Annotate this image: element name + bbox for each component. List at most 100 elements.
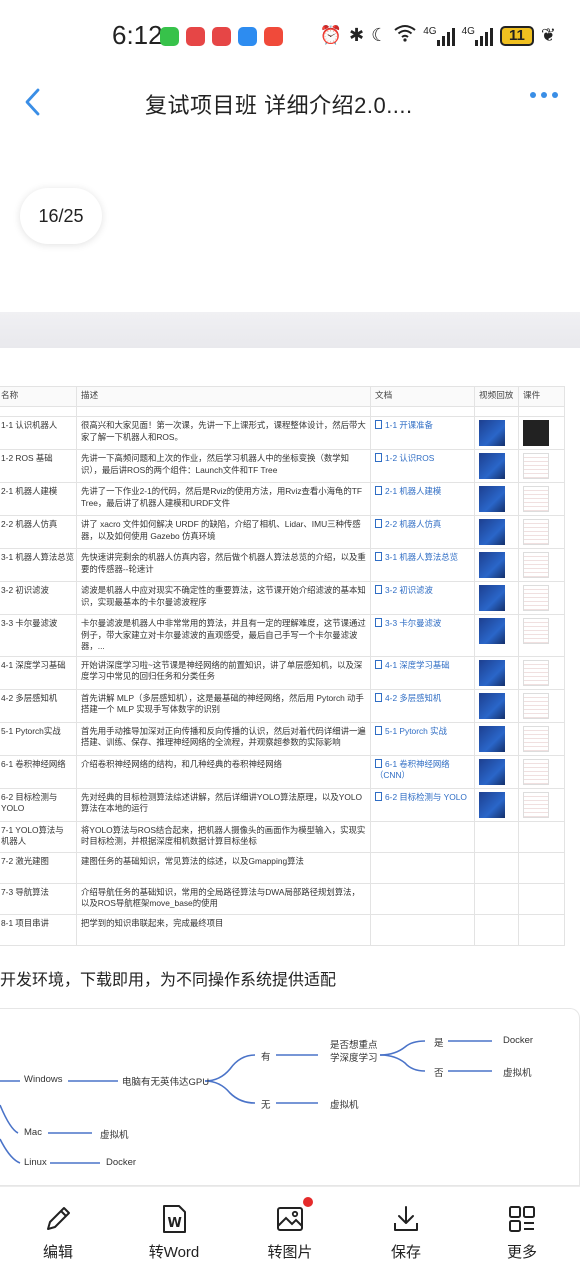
- slides-cell: [518, 882, 565, 915]
- video-cell[interactable]: [474, 754, 519, 789]
- doc-link[interactable]: 4-1 深度学习基础: [370, 655, 475, 690]
- slides-thumbnail[interactable]: [523, 791, 549, 818]
- video-cell[interactable]: [474, 515, 519, 549]
- app-notification-icon: [264, 27, 283, 46]
- doc-link[interactable]: 6-2 目标检测与 YOLO: [370, 787, 475, 822]
- slides-cell[interactable]: [518, 482, 565, 516]
- bottom-toolbar: 编辑 W 转Word 转图片 保存 更多: [0, 1186, 580, 1276]
- slides-cell[interactable]: [518, 754, 565, 789]
- signal-icon: 4G: [423, 26, 455, 46]
- more-button[interactable]: 更多: [464, 1187, 580, 1276]
- slides-thumbnail[interactable]: [523, 758, 549, 785]
- doc-link[interactable]: 2-2 机器人仿真: [370, 515, 475, 549]
- video-thumbnail[interactable]: [479, 552, 505, 578]
- video-cell[interactable]: [474, 548, 519, 582]
- document-icon: [375, 659, 382, 669]
- video-thumbnail[interactable]: [479, 486, 505, 512]
- slides-thumbnail[interactable]: [523, 420, 549, 446]
- lesson-description: 卡尔曼滤波是机器人中非常常用的算法，并且有一定的理解难度，这节课通过例子，带大家…: [76, 614, 371, 657]
- table-row: 2-2 机器人仿真 讲了 xacro 文件如何解决 URDF 的缺陷，介绍了相机…: [0, 515, 565, 549]
- slides-cell[interactable]: [518, 515, 565, 549]
- image-icon: [277, 1207, 303, 1231]
- slides-cell[interactable]: [518, 449, 565, 483]
- video-cell[interactable]: [474, 482, 519, 516]
- video-thumbnail[interactable]: [479, 585, 505, 611]
- document-icon: [375, 453, 382, 462]
- slides-cell[interactable]: [518, 581, 565, 615]
- chevron-left-icon: [25, 88, 40, 116]
- to-word-button[interactable]: W 转Word: [116, 1187, 232, 1276]
- slides-cell[interactable]: [518, 787, 565, 822]
- video-cell[interactable]: [474, 581, 519, 615]
- document-icon: [375, 486, 382, 495]
- video-thumbnail[interactable]: [479, 758, 505, 785]
- slides-thumbnail[interactable]: [523, 585, 549, 611]
- doc-link[interactable]: 3-1 机器人算法总览: [370, 548, 475, 582]
- document-icon: [375, 758, 382, 768]
- table-row: 7-3 导航算法 介绍导航任务的基础知识，常用的全局路径算法与DWA局部路径规划…: [0, 882, 565, 915]
- moon-icon: ☾: [371, 25, 388, 45]
- doc-link[interactable]: 5-1 Pytorch 实战: [370, 721, 475, 756]
- slides-thumbnail[interactable]: [523, 725, 549, 752]
- video-cell[interactable]: [474, 614, 519, 657]
- slides-thumbnail[interactable]: [523, 453, 549, 479]
- mindmap-node-no2: 否: [434, 1068, 444, 1079]
- wechat-icon: [160, 27, 179, 46]
- lesson-name: 4-1 深度学习基础: [0, 655, 77, 690]
- lesson-name: 5-1 Pytorch实战: [0, 721, 77, 756]
- video-thumbnail[interactable]: [479, 791, 505, 818]
- slides-thumbnail[interactable]: [523, 519, 549, 545]
- slides-thumbnail[interactable]: [523, 659, 549, 686]
- doc-link-label: 6-2 目标检测与 YOLO: [385, 791, 467, 802]
- page-indicator: 16/25: [20, 188, 102, 244]
- doc-link[interactable]: 3-3 卡尔曼滤波: [370, 614, 475, 657]
- video-thumbnail[interactable]: [479, 659, 505, 686]
- video-thumbnail[interactable]: [479, 420, 505, 446]
- column-header: 文档: [370, 386, 475, 407]
- back-button[interactable]: [18, 82, 54, 122]
- video-cell[interactable]: [474, 449, 519, 483]
- slides-cell[interactable]: [518, 548, 565, 582]
- doc-link[interactable]: 3-2 初识滤波: [370, 581, 475, 615]
- slides-cell[interactable]: [518, 688, 565, 723]
- lesson-name: 2-2 机器人仿真: [0, 515, 77, 549]
- doc-link[interactable]: 6-1 卷积神经网络（CNN）: [370, 754, 475, 789]
- lesson-description: 先对经典的目标检测算法综述讲解，然后详细讲YOLO算法原理，以及YOLO算法在本…: [76, 787, 371, 822]
- svg-text:W: W: [168, 1216, 182, 1231]
- doc-cell: [370, 820, 475, 853]
- doc-link[interactable]: 1-1 开课准备: [370, 416, 475, 450]
- slides-thumbnail[interactable]: [523, 552, 549, 578]
- video-thumbnail[interactable]: [479, 692, 505, 719]
- slides-cell[interactable]: [518, 614, 565, 657]
- doc-link[interactable]: 4-2 多层感知机: [370, 688, 475, 723]
- to-image-button[interactable]: 转图片: [232, 1187, 348, 1276]
- section-heading: 开发环境，下载即用，为不同操作系统提供适配: [0, 972, 337, 989]
- video-thumbnail[interactable]: [479, 453, 505, 479]
- video-thumbnail[interactable]: [479, 519, 505, 545]
- slides-cell[interactable]: [518, 721, 565, 756]
- title-bar: 复试项目班 详细介绍2.0....: [0, 76, 580, 132]
- video-cell[interactable]: [474, 721, 519, 756]
- doc-link[interactable]: 2-1 机器人建模: [370, 482, 475, 516]
- slides-cell[interactable]: [518, 655, 565, 690]
- video-cell[interactable]: [474, 416, 519, 450]
- table-row: 7-2 激光建图 建图任务的基础知识，常见算法的综述，以及Gmapping算法: [0, 851, 565, 884]
- lesson-description: 介绍导航任务的基础知识，常用的全局路径算法与DWA局部路径规划算法，以及ROS导…: [76, 882, 371, 915]
- video-thumbnail[interactable]: [479, 618, 505, 644]
- environment-mindmap: Windows 电脑有无英伟达GPU 有 无 是否想重点学深度学习 虚拟机 是 …: [0, 1008, 580, 1186]
- doc-link[interactable]: 1-2 认识ROS: [370, 449, 475, 483]
- video-cell[interactable]: [474, 688, 519, 723]
- save-button[interactable]: 保存: [348, 1187, 464, 1276]
- slides-thumbnail[interactable]: [523, 618, 549, 644]
- pencil-icon: [47, 1207, 70, 1230]
- edit-button[interactable]: 编辑: [0, 1187, 116, 1276]
- signal-icon: 4G: [462, 26, 493, 46]
- more-options-button[interactable]: [530, 92, 558, 98]
- video-cell[interactable]: [474, 787, 519, 822]
- slides-thumbnail[interactable]: [523, 486, 549, 512]
- slides-thumbnail[interactable]: [523, 692, 549, 719]
- video-cell[interactable]: [474, 655, 519, 690]
- document-page[interactable]: 名称 描述 文档 视频回放 课件 1-1 认识机器人 很高兴和大家见面！第一次课…: [0, 348, 580, 1186]
- slides-cell[interactable]: [518, 416, 565, 450]
- video-thumbnail[interactable]: [479, 725, 505, 752]
